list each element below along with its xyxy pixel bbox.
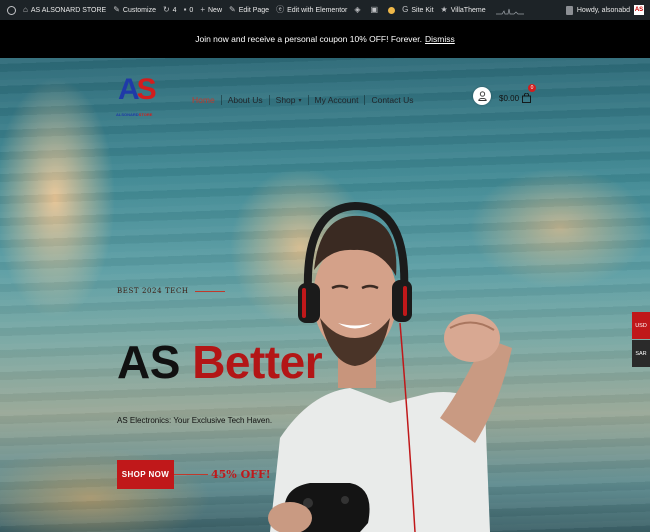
wordpress-icon	[7, 5, 16, 15]
site-name-link[interactable]: ⌂ AS ALSONARD STORE	[23, 0, 106, 20]
status-indicator[interactable]	[388, 0, 396, 20]
status-dot-icon	[388, 6, 396, 14]
logo-tagline: ALSONARDSTORE	[116, 112, 153, 117]
stats-sparkline[interactable]	[495, 5, 524, 15]
shop-now-button[interactable]: SHOP NOW	[117, 460, 174, 489]
main-nav: Home About Us Shop ▾ My Account Contact U…	[186, 95, 420, 105]
admin-bar: ⌂ AS ALSONARD STORE ✎ Customize ↻ 4 ▪ 0 + New…	[0, 0, 650, 20]
discount-label: 45% OFF!	[174, 468, 271, 481]
store-notice-text: Join now and receive a personal coupon 1…	[195, 34, 423, 44]
plus-icon: +	[200, 5, 205, 14]
nav-about-us[interactable]: About Us	[222, 95, 269, 105]
customize-link[interactable]: ✎ Customize	[113, 0, 156, 20]
home-icon: ⌂	[23, 5, 28, 14]
star-icon: ★	[440, 5, 448, 14]
nav-home[interactable]: Home	[186, 95, 221, 105]
brush-icon: ✎	[113, 5, 120, 14]
currency-sar-button[interactable]: SAR	[632, 340, 650, 367]
cart-count-badge: 0	[528, 84, 537, 92]
pencil-icon: ✎	[229, 5, 236, 14]
new-content-link[interactable]: + New	[200, 0, 222, 20]
updates-icon: ↻	[162, 5, 170, 14]
store-notice: Join now and receive a personal coupon 1…	[0, 20, 650, 58]
currency-usd-button[interactable]: USD	[632, 312, 650, 339]
wordpress-logo-button[interactable]	[7, 0, 16, 20]
comments-link[interactable]: ▪ 0	[184, 0, 194, 20]
updates-link[interactable]: ↻ 4	[163, 0, 177, 20]
chevron-down-icon: ▾	[298, 97, 302, 104]
account-button[interactable]	[473, 87, 491, 105]
shield-icon: ▣	[370, 5, 379, 14]
hero-headline: AS Better	[117, 336, 323, 388]
diamond-menu[interactable]: ◈	[354, 0, 363, 20]
plugin-menu[interactable]: ▣	[371, 0, 382, 20]
comment-icon: ▪	[183, 5, 187, 14]
dismiss-link[interactable]: Dismiss	[425, 34, 455, 44]
eyebrow-divider	[194, 290, 225, 292]
cart-icon: 0	[522, 84, 537, 103]
hero-eyebrow: BEST 2024 TECH	[117, 287, 225, 295]
google-icon: G	[402, 5, 409, 14]
site-logo[interactable]: AS ALSONARDSTORE	[116, 72, 157, 122]
logo-letter-a: A	[118, 73, 140, 106]
my-account-menu[interactable]: Howdy, alsonabd AS	[565, 0, 644, 20]
edit-page-link[interactable]: ✎ Edit Page	[229, 0, 269, 20]
cart-total: $0.00	[499, 93, 520, 103]
logo-letter-s: S	[136, 73, 157, 106]
account-icon	[565, 5, 573, 15]
nav-contact-us[interactable]: Contact Us	[365, 95, 419, 105]
hero-subtitle: AS Electronics: Your Exclusive Tech Have…	[117, 416, 273, 425]
nav-my-account[interactable]: My Account	[309, 95, 365, 105]
elementor-icon: ⓔ	[276, 5, 285, 14]
promo-divider	[174, 474, 208, 475]
villatheme-link[interactable]: ★ VillaTheme	[441, 0, 486, 20]
diamond-icon: ◈	[354, 5, 361, 14]
edit-elementor-link[interactable]: ⓔ Edit with Elementor	[276, 0, 347, 20]
hero-section: AS ALSONARDSTORE Home About Us Shop ▾ My …	[0, 58, 650, 532]
nav-shop[interactable]: Shop ▾	[270, 95, 308, 105]
avatar: AS	[634, 5, 644, 15]
mini-cart[interactable]: $0.00 0	[499, 84, 537, 103]
user-icon	[477, 91, 487, 101]
site-kit-link[interactable]: G Site Kit	[402, 0, 433, 20]
